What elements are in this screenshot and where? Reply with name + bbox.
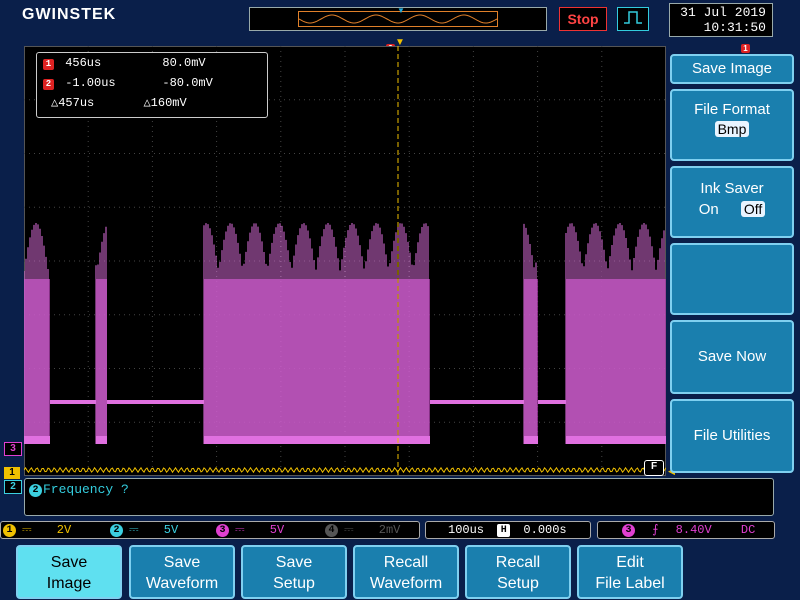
softkey-line2: Waveform	[145, 575, 219, 592]
brand-logo: GWINSTEK	[22, 6, 117, 23]
cursor2-time: -1.00us	[65, 76, 116, 90]
cursor1-row: 1 456us 80.0mV	[43, 54, 206, 72]
timebase-status: 100us H 0.000s	[448, 520, 567, 540]
save-image-softkey[interactable]: Save Image	[16, 545, 122, 599]
trigger-slope-icon: ⨍	[652, 523, 659, 537]
recall-setup-softkey[interactable]: Recall Setup	[465, 545, 571, 599]
softkey-line2: Image	[46, 575, 92, 592]
run-stop-indicator[interactable]: Stop	[559, 7, 607, 31]
cursor1-badge: 1	[43, 59, 54, 70]
ch1-status[interactable]: 1 ⎓ 2V	[3, 520, 71, 540]
ch4-coupling-icon: ⎓	[344, 523, 354, 537]
softkey-line1: Edit	[616, 554, 644, 571]
trigger-mode-icon[interactable]	[617, 7, 649, 31]
measurement-readout: 2 Frequency ?	[29, 482, 129, 497]
ch3-burst-floor	[24, 436, 50, 444]
ink-saver-label: Ink Saver	[700, 180, 764, 197]
edit-file-label-softkey[interactable]: Edit File Label	[577, 545, 683, 599]
horizontal-position-value: 0.000s	[523, 523, 567, 537]
softkey-line1: Recall	[383, 554, 429, 571]
memory-overview-bar: ▼	[249, 6, 547, 31]
file-format-button[interactable]: File Format Bmp	[670, 89, 794, 161]
ink-saver-on-option: On	[698, 201, 719, 218]
memory-trigger-marker-icon: ▼	[397, 6, 405, 15]
side-menu-empty-slot	[670, 243, 794, 315]
ch3-burst-floor	[96, 436, 107, 444]
ch3-burst-spikes	[203, 223, 429, 444]
cursor-readout-panel: 1 456us 80.0mV 2 -1.00us -80.0mV △457us …	[36, 52, 268, 118]
trigger-coupling-value: DC	[740, 523, 756, 537]
delta-volt-icon: △	[143, 96, 151, 110]
ch4-scale: 2mV	[378, 523, 401, 537]
ch2-scale: 5V	[163, 523, 179, 537]
cursor2-volt: -80.0mV	[162, 76, 213, 90]
ch3-burst-floor	[204, 436, 430, 444]
ch3-burst-spikes	[23, 223, 49, 444]
delta-time-icon: △	[51, 96, 59, 110]
time-text: 10:31:50	[703, 20, 766, 35]
ch1-coupling-icon: ⎓	[22, 523, 32, 537]
trigger-source-badge: 3	[622, 524, 635, 537]
ch1-ground-marker[interactable]: 1	[4, 467, 20, 479]
ink-saver-button[interactable]: Ink Saver On Off	[670, 166, 794, 238]
softkey-line1: Save	[275, 554, 313, 571]
ch1-scale: 2V	[56, 523, 72, 537]
delta-time: 457us	[58, 96, 95, 110]
ch3-burst-floor	[566, 436, 666, 444]
ch3-scale: 5V	[269, 523, 285, 537]
save-waveform-softkey[interactable]: Save Waveform	[129, 545, 235, 599]
horizontal-position-icon: H	[497, 524, 511, 537]
trigger-level-value: 8.40V	[675, 523, 712, 537]
save-setup-softkey[interactable]: Save Setup	[241, 545, 347, 599]
ch2-badge: 2	[110, 524, 123, 537]
cursor2-row: 2 -1.00us -80.0mV	[43, 74, 213, 92]
ch2-coupling-icon: ⎓	[129, 523, 139, 537]
delta-volt: 160mV	[150, 96, 187, 110]
cursor1-time: 456us	[65, 56, 102, 70]
cursor2-badge: 2	[43, 79, 54, 90]
ch3-status[interactable]: 3 ⎓ 5V	[216, 520, 284, 540]
trigger-status: 3 ⨍ 8.40V DC	[622, 520, 755, 540]
measurement-channel-badge: 2	[29, 484, 42, 497]
softkey-line2: Setup	[497, 575, 539, 592]
ch3-ground-marker[interactable]: 3	[4, 442, 22, 456]
ch3-burst-spikes	[523, 223, 537, 444]
ch4-status[interactable]: 4 ⎓ 2mV	[325, 520, 400, 540]
timebase-value: 100us	[448, 523, 485, 537]
ch4-badge: 4	[325, 524, 338, 537]
status-bar: 1 ⎓ 2V 2 ⎓ 5V 3 ⎓ 5V 4 ⎓ 2mV 100us H 0.000s …	[0, 520, 800, 540]
ch3-burst-floor	[524, 436, 538, 444]
softkey-line2: File Label	[595, 575, 665, 592]
softkey-line1: Recall	[495, 554, 541, 571]
side-menu-title: Save Image	[670, 54, 794, 84]
filter-indicator: F	[644, 460, 664, 476]
cursor1-volt: 80.0mV	[162, 56, 206, 70]
date-text: 31 Jul 2019	[680, 5, 766, 20]
ch2-ground-marker[interactable]: 2	[4, 480, 22, 494]
softkey-line1: Save	[163, 554, 201, 571]
cursor1-marker-label: 1	[741, 44, 750, 53]
file-format-value: Bmp	[714, 121, 750, 137]
file-utilities-button[interactable]: File Utilities	[670, 399, 794, 473]
ch1-badge: 1	[3, 524, 16, 537]
softkey-line1: Save	[50, 554, 88, 571]
save-now-button[interactable]: Save Now	[670, 320, 794, 394]
recall-waveform-softkey[interactable]: Recall Waveform	[353, 545, 459, 599]
ink-saver-off-option: Off	[740, 201, 766, 217]
measurement-text: Frequency ?	[43, 482, 129, 497]
softkey-line2: Waveform	[369, 575, 443, 592]
ch3-coupling-icon: ⎓	[235, 523, 245, 537]
ch1-trace	[23, 466, 667, 474]
datetime-display: 31 Jul 2019 10:31:50	[669, 3, 773, 37]
cursor-delta-row: △457us △160mV	[51, 94, 187, 112]
softkey-line2: Setup	[273, 575, 315, 592]
ch2-status[interactable]: 2 ⎓ 5V	[110, 520, 178, 540]
file-format-label: File Format	[694, 101, 770, 118]
measurement-bar: 2 Frequency ?	[24, 478, 774, 516]
ch3-badge: 3	[216, 524, 229, 537]
